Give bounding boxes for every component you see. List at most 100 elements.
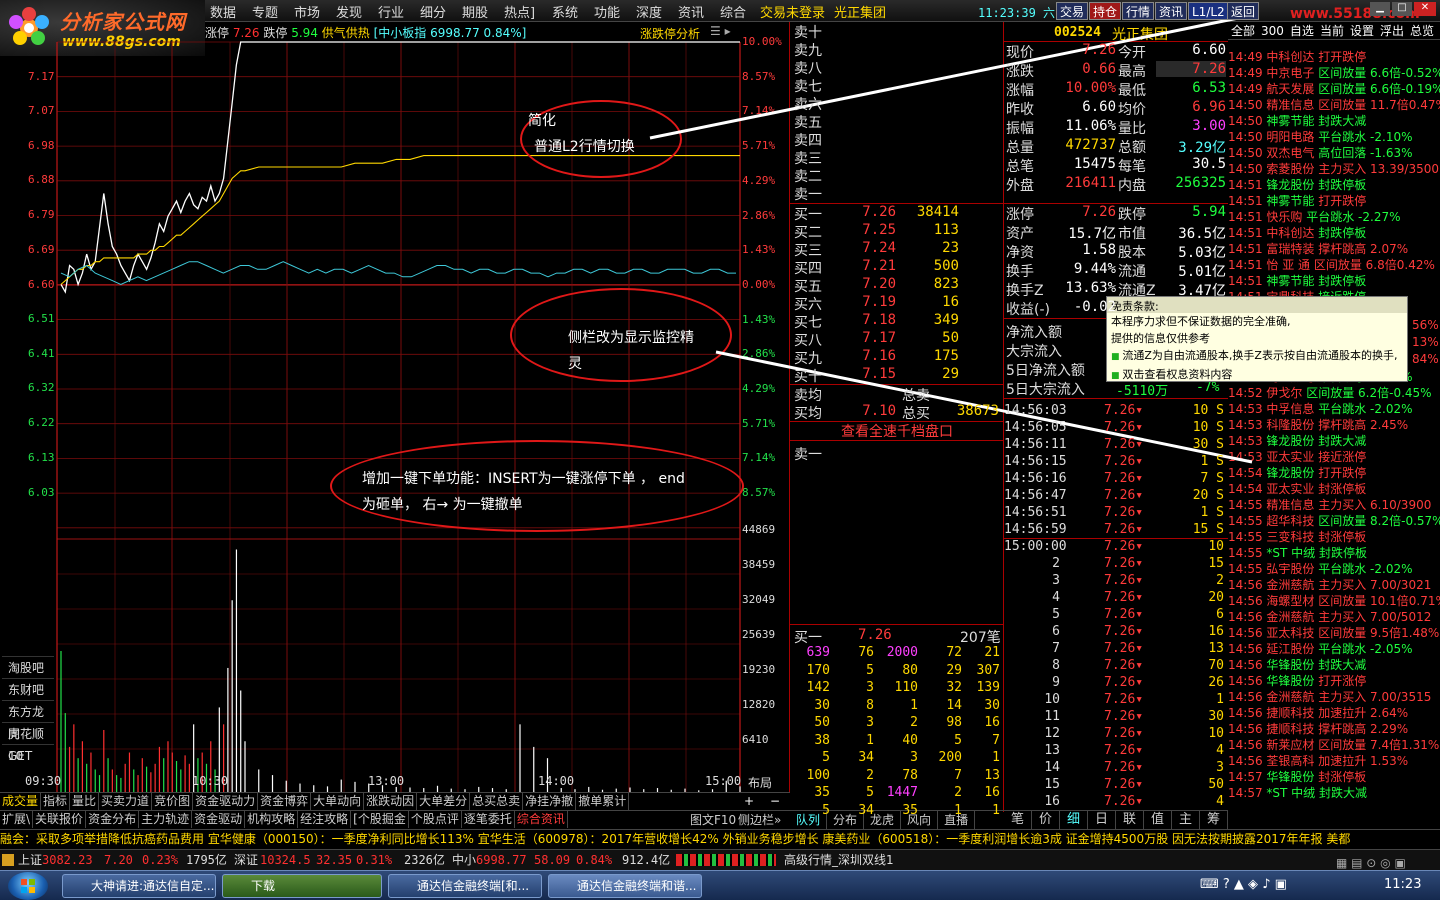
menu-1[interactable]: 专题 [252,2,278,21]
monitor-row[interactable]: 14:54 锋龙股份 打开跌停 [1228,464,1440,480]
task-tdx-1[interactable]: 通达信金融终端[和... [388,874,542,898]
detail-tab-3[interactable]: 日 [1088,811,1116,829]
minimize-icon[interactable]: ▁ [1370,2,1390,16]
monitor-row[interactable]: 14:56 荃银高科 加速拉升 1.53% [1228,752,1440,768]
monitor-row[interactable]: 14:51 锋龙股份 封跌停板 [1228,176,1440,192]
monitor-tab-4[interactable]: 设置 [1347,22,1377,40]
monitor-row[interactable]: 14:55 *ST 中绒 封跌停板 [1228,544,1440,560]
bid-row-4[interactable]: 买五 7.20 823 [794,276,999,295]
menu-4[interactable]: 行业 [378,2,404,21]
detail-tab-7[interactable]: 筹 [1200,811,1228,829]
monitor-tab-2[interactable]: 自选 [1287,22,1317,40]
bid-row-8[interactable]: 买九 7.16 175 [794,348,999,367]
menu-2[interactable]: 市场 [294,2,320,21]
menu-12[interactable]: 综合 [720,2,746,21]
monitor-row[interactable]: 14:53 中孚信息 平台跳水 -2.02% [1228,400,1440,416]
monitor-row[interactable]: 14:53 科隆股份 撑杆跳高 2.45% [1228,416,1440,432]
indicator-tab-4[interactable]: 竞价图 [152,793,194,810]
close-icon[interactable]: ✕ [1414,2,1436,16]
monitor-row[interactable]: 14:55 弘宇股份 平台跳水 -2.02% [1228,560,1440,576]
monitor-row[interactable]: 14:51 神雾节能 封跌停板 [1228,272,1440,288]
news-ticker[interactable]: 融会：采取多项举措降低抗癌药品费用 宜华健康（000150）：一季度净利同比增长… [0,829,1440,849]
top-button-1[interactable]: 持仓 [1089,2,1122,20]
detail-tab-0[interactable]: 笔 [1004,811,1032,829]
menu-3[interactable]: 发现 [336,2,362,21]
detail-tab-5[interactable]: 值 [1144,811,1172,829]
monitor-row[interactable]: 14:50 索菱股份 主力买入 13.39/3500 [1228,160,1440,176]
detail-tab-6[interactable]: 主 [1172,811,1200,829]
monitor-row[interactable]: 14:56 金洲慈航 主力买入 7.00/5012 [1228,608,1440,624]
monitor-tab-0[interactable]: 全部 [1228,22,1258,40]
bid-row-9[interactable]: 买十 7.15 29 [794,366,999,385]
monitor-row[interactable]: 14:51 快乐购 平台跳水 -2.27% [1228,208,1440,224]
monitor-tab-6[interactable]: 总览 [1407,22,1437,40]
indicator-tab-3[interactable]: 买卖力道 [99,793,153,810]
bottom-right-tab-0[interactable]: 图文F10 [690,811,736,828]
top-button-4[interactable]: L1/L2 [1188,2,1229,20]
monitor-row[interactable]: 14:49 航天发展 区间放量 6.6倍-0.19% [1228,80,1440,96]
system-tray-icons[interactable]: ⌨ ? ▲ ◈ ♪ ▣ [1200,877,1287,892]
monitor-row[interactable]: 14:49 中科创达 打开跌停 [1228,48,1440,64]
bid-row-5[interactable]: 买六 7.19 16 [794,294,999,313]
top-button-0[interactable]: 交易 [1056,2,1089,20]
depth-link[interactable]: 查看全速千档盘口 [790,421,1004,441]
indicator-tab-12[interactable]: 撤单累计 [576,793,630,810]
top-button-5[interactable]: 返回 [1227,2,1260,20]
layout-button[interactable]: 布局 [748,774,772,791]
menu-5[interactable]: 细分 [420,2,446,21]
monitor-row[interactable]: 14:55 三变科技 封涨停板 [1228,528,1440,544]
monitor-row[interactable]: 14:49 中京电子 区间放量 6.6倍-0.52% [1228,64,1440,80]
monitor-row[interactable]: 14:55 超华科技 区间放量 8.2倍-0.57% [1228,512,1440,528]
monitor-row[interactable]: 14:57 华锋股份 封涨停板 [1228,768,1440,784]
indicator-tab-1[interactable]: 指标 [41,793,71,810]
side-link-0[interactable]: 淘股吧 [2,656,54,678]
info-tab-9[interactable]: 逐笔委托 [462,811,515,828]
info-tab-0[interactable]: 扩展\ [0,811,34,828]
info-tab-5[interactable]: 机构攻略 [245,811,299,828]
monitor-row[interactable]: 14:56 华锋股份 打开涨停 [1228,672,1440,688]
monitor-row[interactable]: 14:53 锋龙股份 封跌大减 [1228,432,1440,448]
monitor-tab-3[interactable]: 当前 [1317,22,1347,40]
side-link-3[interactable]: 同花顺10 [2,722,54,763]
indicator-tab-9[interactable]: 大单差分 [417,793,471,810]
monitor-row[interactable]: 14:51 神雾节能 打开跌停 [1228,192,1440,208]
monitor-tab-5[interactable]: 浮出 [1377,22,1407,40]
monitor-row[interactable]: 14:52 伊戈尔 区间放量 6.2倍-0.45% [1228,384,1440,400]
monitor-row[interactable]: 14:56 海螺型材 区间放量 10.1倍0.71% [1228,592,1440,608]
monitor-row[interactable]: 14:54 亚太实业 封涨停板 [1228,480,1440,496]
bid-row-1[interactable]: 买二 7.25 113 [794,222,999,241]
indicator-tab-7[interactable]: 大单动向 [311,793,365,810]
menu-6[interactable]: 期股 [462,2,488,21]
indicator-tab-0[interactable]: 成交量 [0,793,42,810]
bottom-right-tab-1[interactable]: 侧边栏» [738,811,781,828]
monitor-row[interactable]: 14:50 明阳电路 平台跳水 -2.10% [1228,128,1440,144]
indicator-tab-11[interactable]: 净挂净撤 [523,793,577,810]
indicator-tab-8[interactable]: 涨跌动因 [364,793,418,810]
bid-row-3[interactable]: 买四 7.21 500 [794,258,999,277]
menu-7[interactable]: 热点] [504,2,535,21]
detail-tab-2[interactable]: 细 [1060,811,1088,829]
side-link-2[interactable]: 东方龙虎 [2,700,54,741]
monitor-tab-1[interactable]: 300 [1258,22,1287,40]
monitor-row[interactable]: 14:53 亚太实业 接近涨停 [1228,448,1440,464]
monitor-row[interactable]: 14:56 华锋股份 封跌大减 [1228,656,1440,672]
bid-row-6[interactable]: 买七 7.18 349 [794,312,999,331]
monitor-row[interactable]: 14:50 精准信息 区间放量 11.7倍0.47% [1228,96,1440,112]
monitor-row[interactable]: 14:56 亚太科技 区间放量 9.5倍1.48% [1228,624,1440,640]
top-button-3[interactable]: 资讯 [1155,2,1188,20]
monitor-row[interactable]: 14:56 金洲慈航 主力买入 7.00/3515 [1228,688,1440,704]
monitor-row[interactable]: 14:56 捷顺科技 加速拉升 2.64% [1228,704,1440,720]
bid-row-2[interactable]: 买三 7.24 23 [794,240,999,259]
monitor-row[interactable]: 14:56 捷顺科技 撑杆跳高 2.29% [1228,720,1440,736]
top-button-2[interactable]: 行情 [1122,2,1155,20]
indicator-tab-6[interactable]: 资金博弈 [258,793,312,810]
menu-9[interactable]: 功能 [594,2,620,21]
task-browser[interactable]: 大神请进:通达信自定... [62,874,216,898]
monitor-row[interactable]: 14:51 怡 亚 通 区间放量 6.8倍0.42% [1228,256,1440,272]
monitor-row[interactable]: 14:57 *ST 中绒 封跌大减 [1228,784,1440,800]
monitor-row[interactable]: 14:56 新莱应材 区间放量 7.4倍1.31% [1228,736,1440,752]
monitor-row[interactable]: 14:56 延江股份 平台跳水 -2.05% [1228,640,1440,656]
info-tab-3[interactable]: 主力轨迹 [139,811,193,828]
side-link-1[interactable]: 东财吧 [2,678,54,700]
detail-tab-4[interactable]: 联 [1116,811,1144,829]
